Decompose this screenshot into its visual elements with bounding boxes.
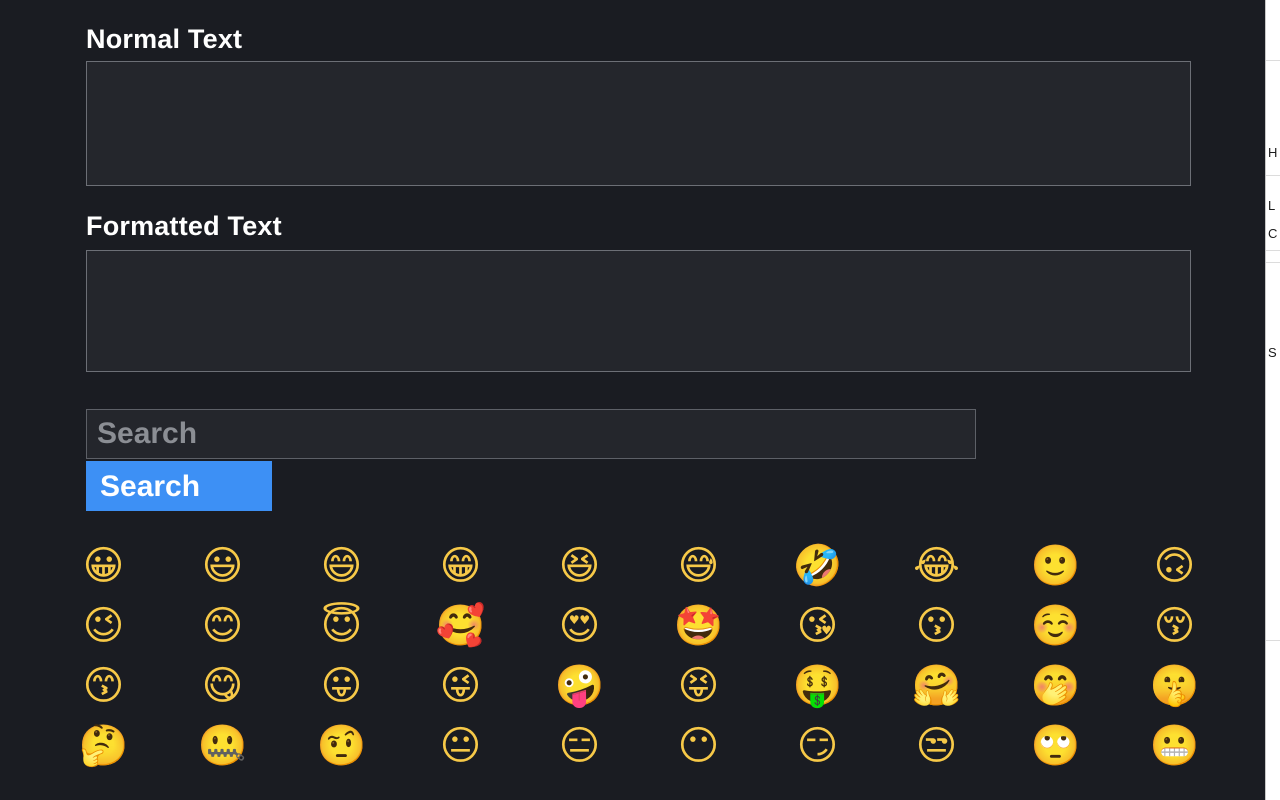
emoji-unamused-face[interactable]: 😒 bbox=[877, 722, 996, 770]
emoji-smiling-face-with-heart-eyes[interactable]: 😍 bbox=[520, 602, 639, 650]
emoji-winking-face-with-tongue[interactable]: 😜 bbox=[401, 662, 520, 710]
app-root: Normal Text Formatted Text Search 😀😃😄😁😆😅… bbox=[0, 0, 1280, 800]
right-panel-clipped-text: C bbox=[1268, 226, 1278, 241]
formatted-text-input[interactable] bbox=[86, 250, 1191, 372]
search-button[interactable]: Search bbox=[86, 461, 272, 511]
emoji-rolling-on-the-floor-laughing[interactable]: 🤣 bbox=[758, 542, 877, 590]
emoji-face-with-tongue[interactable]: 😛 bbox=[282, 662, 401, 710]
normal-text-input[interactable] bbox=[86, 61, 1191, 186]
right-side-panel: H LC S bbox=[1265, 0, 1280, 800]
emoji-smiling-face[interactable]: ☺️ bbox=[996, 602, 1115, 650]
emoji-face-with-raised-eyebrow[interactable]: 🤨 bbox=[282, 722, 401, 770]
emoji-grid: 😀 😃 😄 😁 😆 😅 🤣 😂 🙂 🙃 😉 😊 😇 🥰 😍 🤩 😘 😗 ☺️ 😚 😙 😋 😛 😜 🤪 😝 🤑 🤗 🤭 🤫 🤔 🤐 🤨 😐 😑 😶 😏 😒 🙄… bbox=[44, 536, 1244, 776]
emoji-zipper-mouth-face[interactable]: 🤐 bbox=[163, 722, 282, 770]
editor-pane: Normal Text Formatted Text Search 😀😃😄😁😆😅… bbox=[0, 0, 1265, 800]
right-panel-clipped-text: S bbox=[1268, 345, 1277, 360]
right-panel-divider bbox=[1266, 250, 1280, 251]
emoji-grinning-face-with-sweat[interactable]: 😅 bbox=[639, 542, 758, 590]
right-panel-clipped-text: L bbox=[1268, 198, 1276, 213]
emoji-smirking-face[interactable]: 😏 bbox=[758, 722, 877, 770]
emoji-star-struck[interactable]: 🤩 bbox=[639, 602, 758, 650]
emoji-kissing-face-with-closed-eyes[interactable]: 😚 bbox=[1115, 602, 1234, 650]
emoji-smiling-face-with-halo[interactable]: 😇 bbox=[282, 602, 401, 650]
search-input[interactable] bbox=[86, 409, 976, 459]
emoji-face-with-rolling-eyes[interactable]: 🙄 bbox=[996, 722, 1115, 770]
emoji-kissing-face[interactable]: 😗 bbox=[877, 602, 996, 650]
emoji-face-savoring-food[interactable]: 😋 bbox=[163, 662, 282, 710]
emoji-thinking-face[interactable]: 🤔 bbox=[44, 722, 163, 770]
emoji-grinning-face-with-big-eyes[interactable]: 😃 bbox=[163, 542, 282, 590]
emoji-face-blowing-a-kiss[interactable]: 😘 bbox=[758, 602, 877, 650]
emoji-grinning-face[interactable]: 😀 bbox=[44, 542, 163, 590]
emoji-smiling-face-with-hearts[interactable]: 🥰 bbox=[401, 602, 520, 650]
emoji-face-with-hand-over-mouth[interactable]: 🤭 bbox=[996, 662, 1115, 710]
emoji-grinning-face-with-smiling-eyes[interactable]: 😄 bbox=[282, 542, 401, 590]
right-panel-divider bbox=[1266, 60, 1280, 61]
emoji-winking-face[interactable]: 😉 bbox=[44, 602, 163, 650]
emoji-hugging-face[interactable]: 🤗 bbox=[877, 662, 996, 710]
emoji-kissing-face-with-smiling-eyes[interactable]: 😙 bbox=[44, 662, 163, 710]
emoji-shushing-face[interactable]: 🤫 bbox=[1115, 662, 1234, 710]
emoji-beaming-face-with-smiling-eyes[interactable]: 😁 bbox=[401, 542, 520, 590]
normal-text-label: Normal Text bbox=[86, 24, 243, 54]
emoji-squinting-face-with-tongue[interactable]: 😝 bbox=[639, 662, 758, 710]
emoji-face-with-tears-of-joy[interactable]: 😂 bbox=[877, 542, 996, 590]
emoji-slightly-smiling-face[interactable]: 🙂 bbox=[996, 542, 1115, 590]
emoji-zany-face[interactable]: 🤪 bbox=[520, 662, 639, 710]
emoji-smiling-face-with-smiling-eyes[interactable]: 😊 bbox=[163, 602, 282, 650]
emoji-expressionless-face[interactable]: 😑 bbox=[520, 722, 639, 770]
emoji-neutral-face[interactable]: 😐 bbox=[401, 722, 520, 770]
emoji-upside-down-face[interactable]: 🙃 bbox=[1115, 542, 1234, 590]
formatted-text-label: Formatted Text bbox=[86, 211, 282, 241]
right-panel-divider bbox=[1266, 175, 1280, 176]
emoji-face-without-mouth[interactable]: 😶 bbox=[639, 722, 758, 770]
emoji-grimacing-face[interactable]: 😬 bbox=[1115, 722, 1234, 770]
emoji-grinning-squinting-face[interactable]: 😆 bbox=[520, 542, 639, 590]
right-panel-divider bbox=[1266, 640, 1280, 641]
emoji-money-mouth-face[interactable]: 🤑 bbox=[758, 662, 877, 710]
right-panel-divider bbox=[1266, 262, 1280, 263]
right-panel-clipped-text: H bbox=[1268, 145, 1278, 160]
